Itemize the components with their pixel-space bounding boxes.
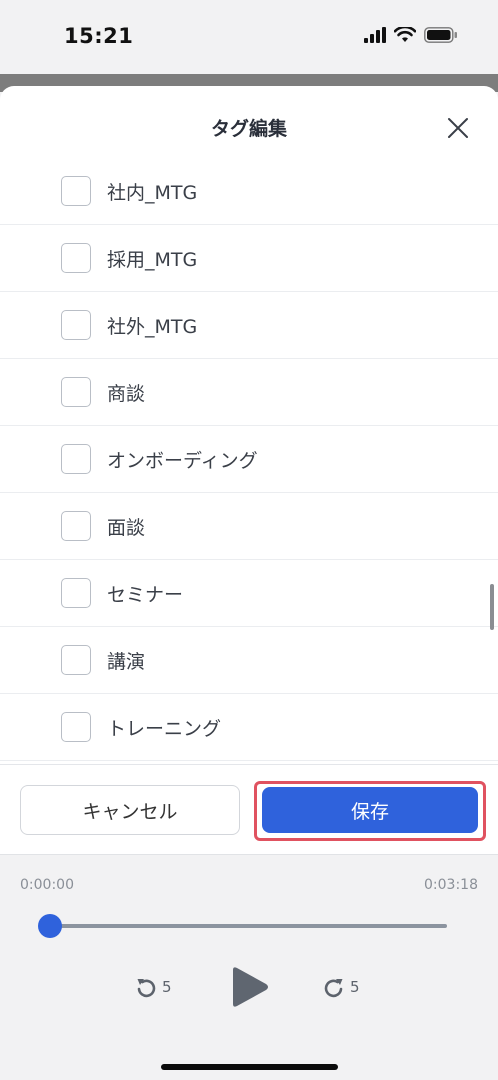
home-area bbox=[0, 1038, 498, 1080]
signal-icon bbox=[364, 27, 386, 43]
forward-seconds: 5 bbox=[350, 978, 360, 996]
tag-item[interactable]: 社内_MTG bbox=[0, 158, 498, 225]
seek-thumb[interactable] bbox=[38, 914, 62, 938]
save-button[interactable]: 保存 bbox=[262, 787, 478, 833]
battery-icon bbox=[424, 27, 457, 43]
play-icon[interactable] bbox=[230, 966, 270, 1008]
tag-checkbox[interactable] bbox=[61, 176, 91, 206]
wifi-icon bbox=[394, 27, 416, 42]
seek-bar[interactable] bbox=[50, 924, 447, 928]
home-indicator bbox=[161, 1064, 338, 1070]
tag-label: オンボーディング bbox=[107, 449, 258, 472]
tag-item[interactable]: トレーニング bbox=[0, 694, 498, 761]
total-time: 0:03:18 bbox=[424, 877, 478, 893]
close-icon[interactable] bbox=[446, 116, 470, 140]
tag-label: 商談 bbox=[107, 382, 146, 405]
tag-label: 講演 bbox=[107, 650, 146, 673]
tag-checkbox[interactable] bbox=[61, 511, 91, 541]
audio-player: 0:00:00 0:03:18 5 5 bbox=[0, 854, 498, 1038]
tag-label: 採用_MTG bbox=[107, 248, 198, 271]
current-time: 0:00:00 bbox=[20, 877, 74, 893]
tag-checkbox[interactable] bbox=[61, 645, 91, 675]
tag-checkbox[interactable] bbox=[61, 578, 91, 608]
tag-label: 社内_MTG bbox=[107, 181, 198, 204]
tag-checkbox[interactable] bbox=[61, 310, 91, 340]
playback-controls: 5 5 bbox=[0, 963, 498, 1011]
sheet-title: タグ編集 bbox=[210, 118, 287, 140]
tag-label: セミナー bbox=[107, 583, 184, 606]
tag-item[interactable]: 社外_MTG bbox=[0, 292, 498, 359]
tag-label: トレーニング bbox=[107, 717, 222, 740]
forward-button[interactable]: 5 bbox=[322, 975, 360, 999]
cancel-button[interactable]: キャンセル bbox=[20, 785, 240, 835]
tag-item[interactable]: 面談 bbox=[0, 493, 498, 560]
scrollbar-thumb[interactable] bbox=[490, 584, 494, 630]
tag-checkbox[interactable] bbox=[61, 444, 91, 474]
rewind-seconds: 5 bbox=[162, 978, 172, 996]
action-bar: キャンセル 保存 bbox=[0, 764, 498, 854]
status-bar: 15:21 bbox=[0, 0, 498, 74]
tag-list: 社内_MTG 採用_MTG 社外_MTG 商談 オンボーディング 面談 セミナー bbox=[0, 158, 498, 761]
tag-checkbox[interactable] bbox=[61, 243, 91, 273]
tag-item[interactable]: 採用_MTG bbox=[0, 225, 498, 292]
tag-checkbox[interactable] bbox=[61, 712, 91, 742]
tag-checkbox[interactable] bbox=[61, 377, 91, 407]
tag-item[interactable]: セミナー bbox=[0, 560, 498, 627]
tag-item[interactable]: 商談 bbox=[0, 359, 498, 426]
tag-item[interactable]: 講演 bbox=[0, 627, 498, 694]
status-time: 15:21 bbox=[64, 24, 134, 48]
rewind-button[interactable]: 5 bbox=[134, 975, 172, 999]
tag-item[interactable]: オンボーディング bbox=[0, 426, 498, 493]
rewind-5-icon bbox=[137, 979, 156, 998]
forward-5-icon bbox=[324, 979, 343, 998]
status-icons bbox=[364, 27, 458, 43]
tag-edit-sheet: タグ編集 社内_MTG 採用_MTG 社外_MTG 商談 オンボーディング 面談 bbox=[0, 86, 498, 766]
tag-label: 面談 bbox=[107, 516, 146, 539]
tag-label: 社外_MTG bbox=[107, 315, 198, 338]
